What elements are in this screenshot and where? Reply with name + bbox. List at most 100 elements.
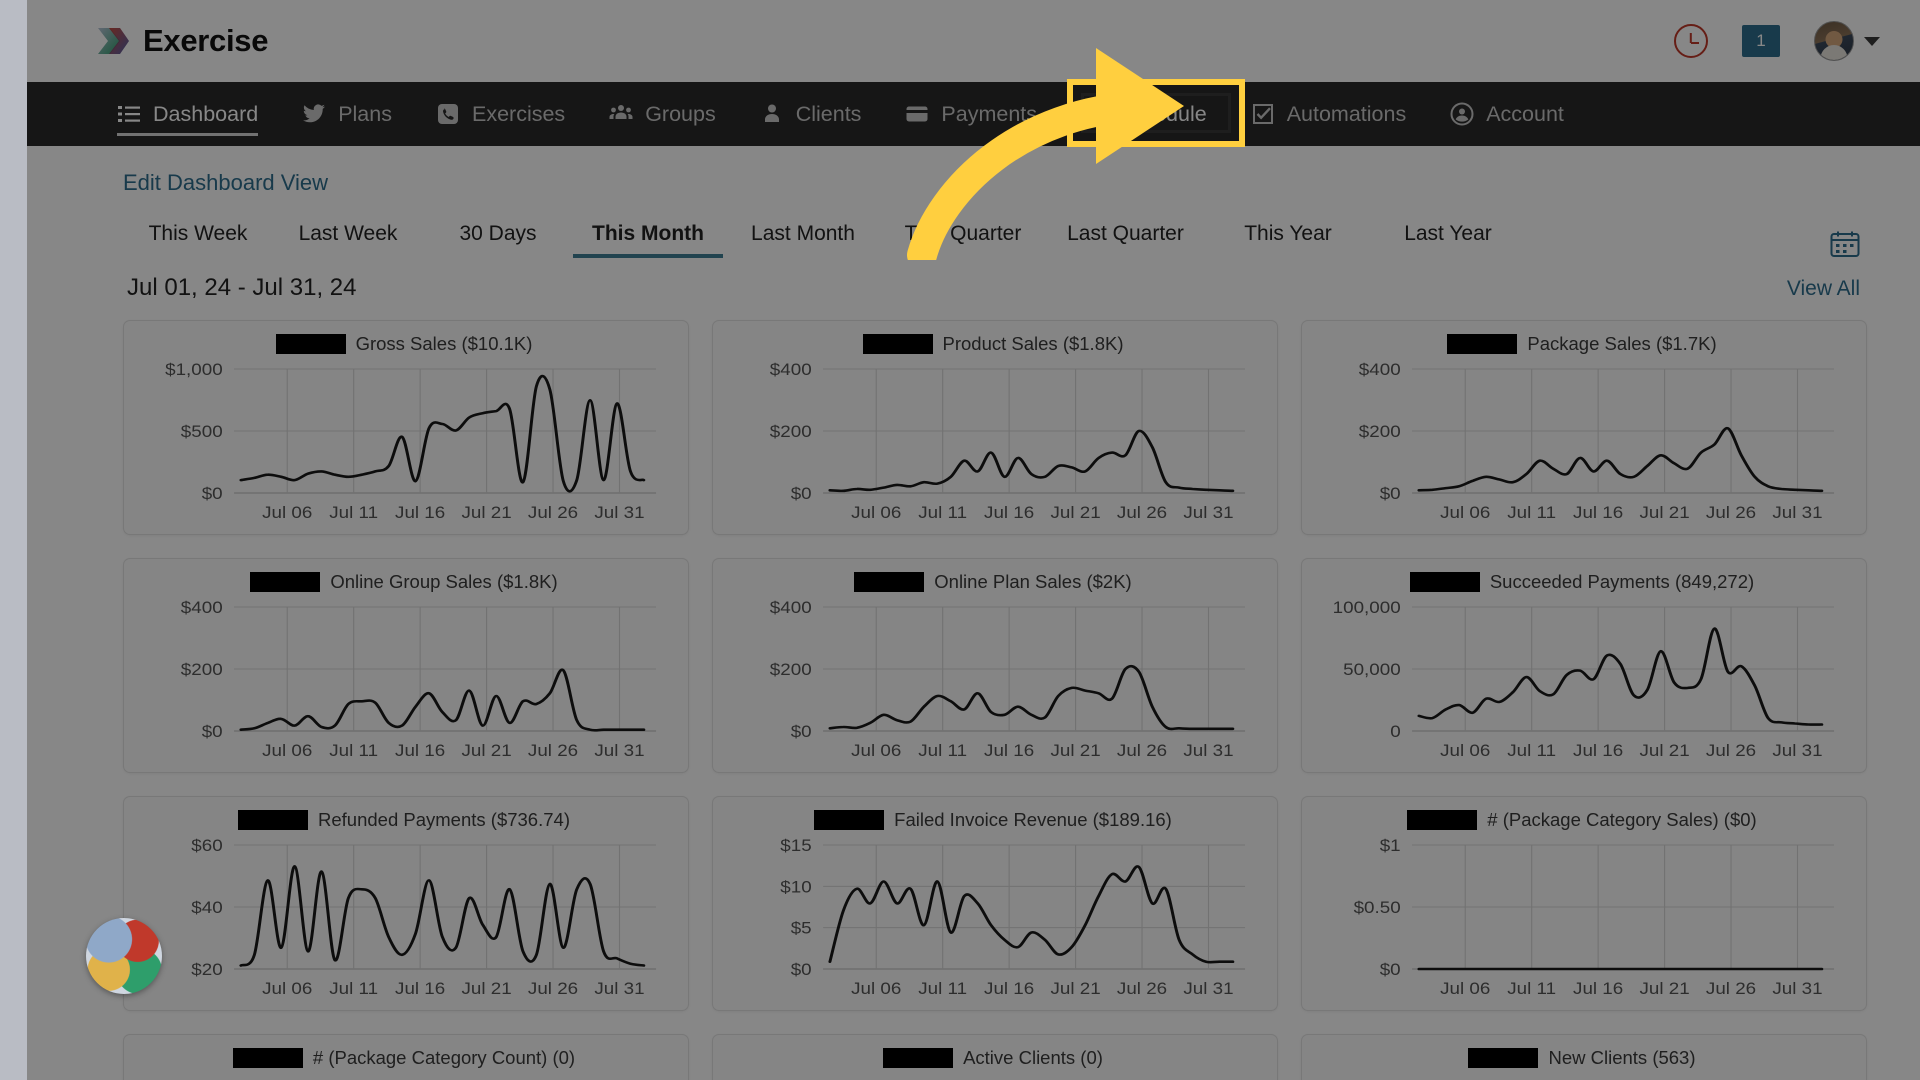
nav-item-clients[interactable]: Clients [738, 82, 884, 146]
metric-card-title: # (Package Category Count) (0) [312, 1047, 576, 1068]
sparkline-path [239, 864, 646, 967]
clock-icon[interactable] [1674, 24, 1708, 58]
account-menu[interactable] [1814, 21, 1880, 61]
y-axis-tick-label: $1,000 [165, 360, 223, 379]
list-icon [117, 102, 141, 126]
x-axis-tick-label: Jul 16 [1573, 741, 1623, 760]
metric-card[interactable]: Refunded Payments ($736.74) $20 $40 $60 Jul … [123, 796, 689, 1011]
chevron-down-icon[interactable] [1864, 36, 1880, 46]
metric-card[interactable]: Online Group Sales ($1.8K) $0 $200 $400 Jul … [123, 558, 689, 773]
metric-card-header: Active Clients (0) [725, 1045, 1261, 1071]
metric-card[interactable]: Gross Sales ($10.1K) $0 $500 $1,000 Jul 06 Ju… [123, 320, 689, 535]
period-tab-this-week[interactable]: This Week [123, 222, 273, 258]
x-axis-tick-label: Jul 26 [1706, 979, 1756, 998]
avatar [1814, 21, 1854, 61]
x-axis-tick-label: Jul 21 [1050, 741, 1100, 760]
nav-item-dashboard[interactable]: Dashboard [95, 82, 280, 146]
metric-card[interactable]: Active Clients (0) [712, 1034, 1278, 1080]
metric-card[interactable]: Package Sales ($1.7K) $0 $200 $400 Jul 06 Jul… [1301, 320, 1867, 535]
metric-card[interactable]: # (Package Category Sales) ($0) $0 $0.50 $1… [1301, 796, 1867, 1011]
sparkline-chart: $0 $0.50 $1 Jul 06 Jul 11 Jul 16 Jul 21 Jul 26 J… [1314, 835, 1850, 1007]
x-axis-tick-label: Jul 06 [262, 979, 312, 998]
metric-card[interactable]: Failed Invoice Revenue ($189.16) $0 $5 $10 $… [712, 796, 1278, 1011]
metric-card-title: Package Sales ($1.7K) [1527, 333, 1717, 354]
nav-item-account[interactable]: Account [1428, 82, 1586, 146]
x-axis-tick-label: Jul 31 [1772, 503, 1822, 522]
sparkline-path [239, 668, 646, 732]
metric-card-title: Gross Sales ($10.1K) [355, 333, 533, 354]
y-axis-tick-label: 50,000 [1343, 660, 1401, 679]
metric-card[interactable]: Online Plan Sales ($2K) $0 $200 $400 Jul 06 J… [712, 558, 1278, 773]
nav-item-groups[interactable]: Groups [587, 82, 738, 146]
calendar-icon[interactable] [1830, 230, 1860, 258]
period-tab-last-year[interactable]: Last Year [1368, 222, 1528, 258]
view-all-link[interactable]: View All [1787, 277, 1860, 301]
sparkline-path [828, 865, 1235, 964]
period-tab-last-quarter[interactable]: Last Quarter [1043, 222, 1208, 258]
y-axis-tick-label: $15 [780, 836, 812, 855]
sparkline-chart [136, 1073, 672, 1080]
period-tab-last-month[interactable]: Last Month [723, 222, 883, 258]
x-axis-tick-label: Jul 11 [329, 503, 378, 522]
nav-label: Dashboard [153, 101, 259, 126]
nav-item-payments[interactable]: Payments [883, 82, 1059, 146]
schedule-highlight-inner-border [1081, 93, 1231, 133]
person-icon [760, 102, 784, 126]
x-axis-tick-label: Jul 11 [1507, 503, 1556, 522]
x-axis-tick-label: Jul 16 [395, 741, 445, 760]
period-tab-this-month[interactable]: This Month [573, 222, 723, 258]
y-axis-tick-label: $200 [770, 422, 812, 441]
y-axis-tick-label: $5 [791, 919, 812, 938]
x-axis-tick-label: Jul 26 [1117, 503, 1167, 522]
sparkline-path [239, 374, 646, 493]
account-circle-icon [1450, 102, 1474, 126]
x-axis-tick-label: Jul 26 [528, 979, 578, 998]
redaction-bar [854, 572, 925, 592]
sparkline-chart: $0 $200 $400 Jul 06 Jul 11 Jul 16 Jul 21 Jul 26… [725, 597, 1261, 769]
redaction-bar [275, 334, 346, 354]
sparkline-chart: $0 $500 $1,000 Jul 06 Jul 11 Jul 16 Jul 21 Jul … [136, 359, 672, 531]
sparkline-chart: $0 $200 $400 Jul 06 Jul 11 Jul 16 Jul 21 Jul 26… [136, 597, 672, 769]
exercise-chevron-logo-icon [95, 24, 129, 58]
x-axis-tick-label: Jul 31 [594, 979, 644, 998]
period-tab-last-week[interactable]: Last Week [273, 222, 423, 258]
y-axis-tick-label: $40 [191, 898, 223, 917]
nav-label: Automations [1286, 101, 1407, 126]
metric-card-header: Package Sales ($1.7K) [1314, 331, 1850, 357]
period-tab-30-days[interactable]: 30 Days [423, 222, 573, 258]
card-icon [905, 102, 929, 126]
y-axis-tick-label: $400 [181, 598, 223, 617]
x-axis-tick-label: Jul 06 [262, 741, 312, 760]
period-tab-this-quarter[interactable]: This Quarter [883, 222, 1043, 258]
x-axis-tick-label: Jul 26 [1706, 503, 1756, 522]
metric-card[interactable]: Succeeded Payments (849,272) 0 50,000 100,0… [1301, 558, 1867, 773]
x-axis-tick-label: Jul 21 [1639, 979, 1689, 998]
sparkline-chart: $0 $200 $400 Jul 06 Jul 11 Jul 16 Jul 21 Jul 26… [725, 359, 1261, 531]
redaction-bar [1447, 334, 1518, 354]
sparkline-chart [1314, 1073, 1850, 1080]
metric-card[interactable]: New Clients (563) [1301, 1034, 1867, 1080]
x-axis-tick-label: Jul 16 [984, 979, 1034, 998]
period-tab-this-year[interactable]: This Year [1208, 222, 1368, 258]
metric-card-header: Gross Sales ($10.1K) [136, 331, 672, 357]
metric-card-title: Refunded Payments ($736.74) [318, 809, 570, 830]
date-range-row: Jul 01, 24 - Jul 31, 24 View All [27, 258, 1920, 302]
nav-item-plans[interactable]: Plans [280, 82, 414, 146]
metric-card[interactable]: Product Sales ($1.8K) $0 $200 $400 Jul 06 Jul… [712, 320, 1278, 535]
y-axis-tick-label: $400 [1359, 360, 1401, 379]
y-axis-tick-label: $0 [791, 722, 812, 741]
metric-card[interactable]: # (Package Category Count) (0) [123, 1034, 689, 1080]
y-axis-tick-label: $200 [181, 660, 223, 679]
metric-card-title: New Clients (563) [1548, 1047, 1696, 1068]
sparkline-path [1417, 426, 1824, 493]
nav-item-automations[interactable]: Automations [1229, 82, 1429, 146]
x-axis-tick-label: Jul 06 [851, 503, 901, 522]
page-left-gutter [0, 0, 27, 1080]
notification-badge[interactable]: 1 [1742, 25, 1780, 57]
brand[interactable]: Exercise [95, 23, 268, 59]
app-color-logo-icon[interactable] [86, 918, 162, 994]
metric-card-title: Failed Invoice Revenue ($189.16) [894, 809, 1172, 830]
metric-card-title: Online Plan Sales ($2K) [934, 571, 1132, 592]
nav-item-exercises[interactable]: Exercises [414, 82, 587, 146]
edit-dashboard-view-link[interactable]: Edit Dashboard View [27, 146, 1920, 196]
